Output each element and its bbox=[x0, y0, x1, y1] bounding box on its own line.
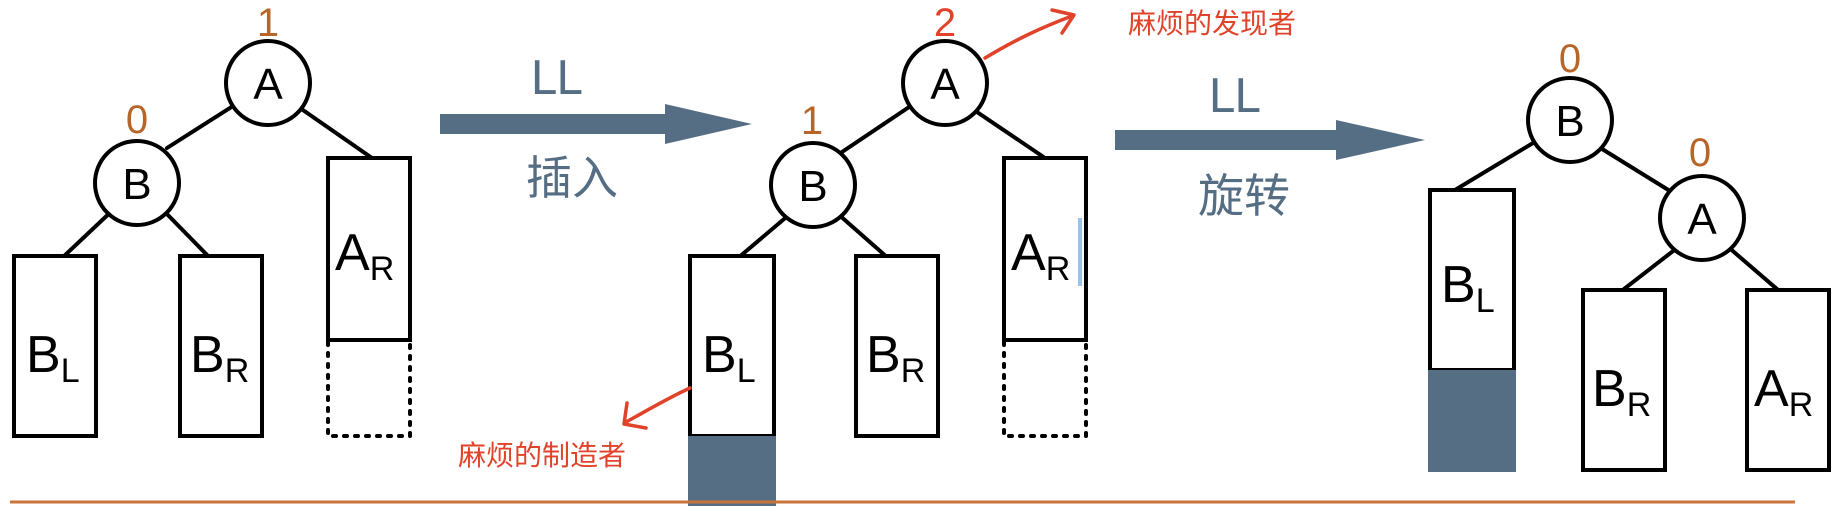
edge-b-bl bbox=[736, 212, 792, 260]
trouble-finder-label: 麻烦的发现者 bbox=[1128, 7, 1296, 40]
balance-factor-a: 0 bbox=[1689, 131, 1711, 175]
edge-a-ar bbox=[298, 106, 374, 160]
balance-factor-a: 2 bbox=[934, 1, 956, 45]
edge-a-ar bbox=[972, 108, 1047, 160]
arrow-insert-shape bbox=[440, 104, 752, 144]
node-a-label: A bbox=[253, 60, 283, 109]
inserted-node-block bbox=[688, 436, 776, 506]
edge-b-br bbox=[161, 208, 212, 260]
node-b-label: B bbox=[1555, 97, 1584, 146]
balance-factor-b: 0 bbox=[1559, 37, 1581, 81]
edge-b-bl bbox=[60, 206, 117, 260]
arrow-rotate-shape bbox=[1115, 120, 1425, 160]
arrow-insert-bottom-label: 插入 bbox=[526, 151, 618, 205]
trouble-maker-label: 麻烦的制造者 bbox=[458, 439, 626, 472]
edge-b-bl bbox=[1443, 132, 1550, 198]
arrow-rotate-bottom-label: 旋转 bbox=[1198, 169, 1290, 223]
maker-arrow-line bbox=[624, 386, 692, 424]
node-a-label: A bbox=[1687, 195, 1717, 244]
node-b-label: B bbox=[798, 162, 827, 211]
subtree-ar-height-slot bbox=[1002, 340, 1088, 438]
edge-b-a bbox=[1592, 142, 1680, 198]
ll-rotation-diagram: A 1 B 0 BL BR AR LL 插入 A 2 B 1 BL BR AR … bbox=[10, 1, 1831, 506]
tree-after-insert: A 2 B 1 BL BR AR 麻烦的发现者 麻烦的制造者 bbox=[458, 1, 1296, 506]
edge-b-br bbox=[836, 212, 890, 260]
arrow-rotate: LL 旋转 bbox=[1115, 69, 1425, 223]
balance-factor-b: 0 bbox=[126, 98, 148, 142]
arrow-rotate-top-label: LL bbox=[1208, 69, 1260, 123]
arrow-insert-top-label: LL bbox=[530, 51, 582, 105]
tree-before-insert: A 1 B 0 BL BR AR bbox=[12, 1, 412, 438]
tree-after-rotation: B 0 A 0 BL BR AR bbox=[1428, 37, 1831, 472]
balance-factor-b: 1 bbox=[801, 99, 823, 143]
balance-factor-a: 1 bbox=[257, 1, 279, 45]
node-a-label: A bbox=[930, 60, 960, 109]
finder-arrow-line bbox=[983, 14, 1074, 60]
subtree-ar-height-slot bbox=[326, 340, 412, 438]
node-b-label: B bbox=[122, 160, 151, 209]
arrow-insert: LL 插入 bbox=[440, 51, 752, 205]
inserted-node-block bbox=[1428, 370, 1516, 472]
text-cursor-mark bbox=[1078, 218, 1082, 286]
